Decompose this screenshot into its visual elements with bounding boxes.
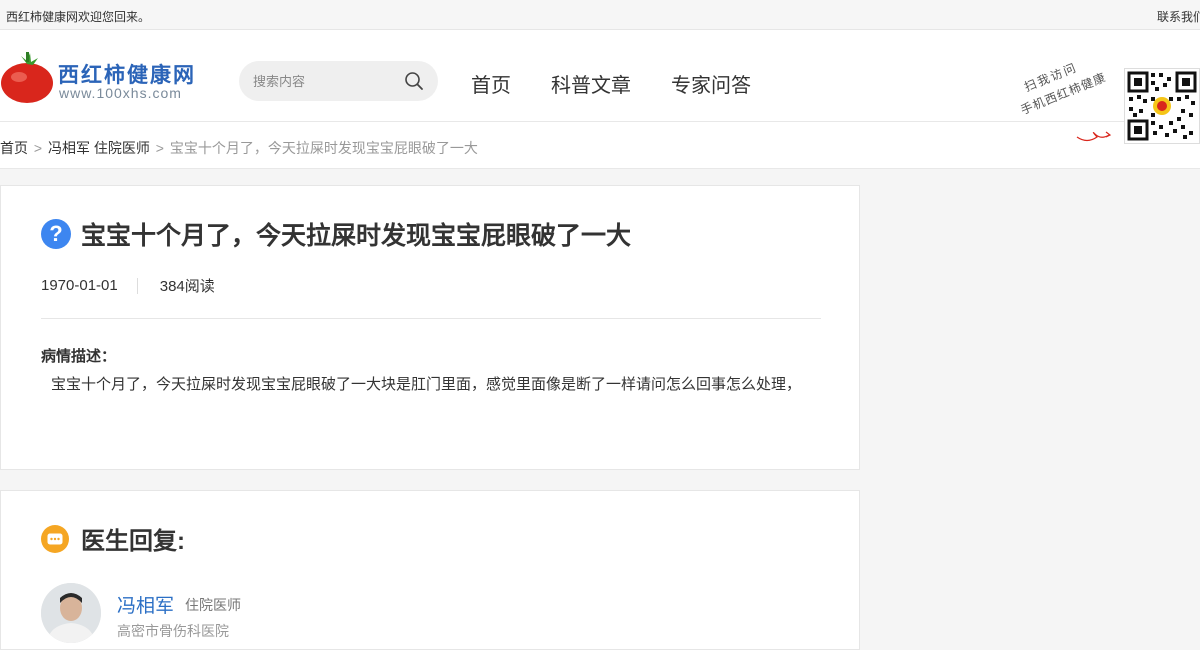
tomato-logo-icon	[1, 52, 53, 103]
question-title: 宝宝十个月了，今天拉屎时发现宝宝屁眼破了一大	[81, 222, 632, 250]
logo-url: www.100xhs.com	[59, 85, 182, 101]
curved-arrow-icon	[1076, 131, 1112, 142]
description-label: 病情描述：	[41, 348, 117, 365]
breadcrumb-separator: >	[155, 140, 164, 156]
breadcrumb-current: 宝宝十个月了，今天拉屎时发现宝宝屁眼破了一大	[169, 140, 478, 156]
nav-item-qa[interactable]: 专家问答	[671, 69, 751, 98]
answer-header: 医生回复:	[41, 521, 185, 556]
qr-code	[1124, 68, 1200, 144]
main-nav: 首页 科普文章 专家问答	[471, 69, 751, 98]
doctor-hospital: 高密市骨伤科医院	[117, 623, 229, 639]
search-box	[239, 61, 438, 101]
qr-code-icon	[1127, 71, 1197, 141]
top-bar: 西红柿健康网欢迎您回来。 联系我们	[0, 0, 1200, 30]
divider	[41, 318, 821, 319]
answer-title: 医生回复:	[81, 528, 185, 555]
chat-icon	[41, 524, 69, 553]
doctor-name[interactable]: 冯相军	[117, 591, 174, 618]
meta-divider	[136, 277, 138, 294]
breadcrumb-doctor[interactable]: 冯相军 住院医师	[48, 140, 150, 156]
question-header: ? 宝宝十个月了，今天拉屎时发现宝宝屁眼破了一大	[41, 216, 631, 252]
nav-item-home[interactable]: 首页	[471, 69, 511, 98]
question-meta: 1970-01-01 384阅读	[41, 275, 215, 296]
breadcrumb-separator: >	[33, 140, 43, 156]
search-input[interactable]	[253, 71, 393, 91]
site-logo[interactable]: 西红柿健康网 www.100xhs.com	[0, 50, 205, 110]
breadcrumb-home[interactable]: 首页	[0, 140, 28, 156]
question-date: 1970-01-01	[41, 277, 118, 294]
breadcrumb: 首页 > 冯相军 住院医师 > 宝宝十个月了，今天拉屎时发现宝宝屁眼破了一大	[0, 122, 1200, 169]
welcome-text: 西红柿健康网欢迎您回来。	[6, 10, 151, 24]
description-text: 宝宝十个月了，今天拉屎时发现宝宝屁眼破了一大块是肛门里面，感觉里面像是断了一样请…	[51, 376, 802, 393]
site-header: 西红柿健康网 www.100xhs.com 首页 科普文章 专家问答 扫我访问 …	[0, 30, 1200, 144]
question-icon: ?	[41, 219, 71, 249]
qr-caption: 扫我访问 手机西红柿健康	[1010, 42, 1127, 120]
doctor-title: 住院医师	[185, 597, 241, 613]
read-count: 384阅读	[159, 278, 215, 295]
doctor-avatar[interactable]	[41, 583, 101, 643]
question-card: ? 宝宝十个月了，今天拉屎时发现宝宝屁眼破了一大 1970-01-01 384阅…	[0, 185, 860, 470]
search-icon[interactable]	[404, 71, 424, 91]
answer-card: 医生回复: 冯相军 住院医师 高密市骨伤科医院	[0, 490, 860, 650]
nav-item-articles[interactable]: 科普文章	[551, 69, 631, 98]
contact-link[interactable]: 联系我们	[1157, 8, 1200, 25]
